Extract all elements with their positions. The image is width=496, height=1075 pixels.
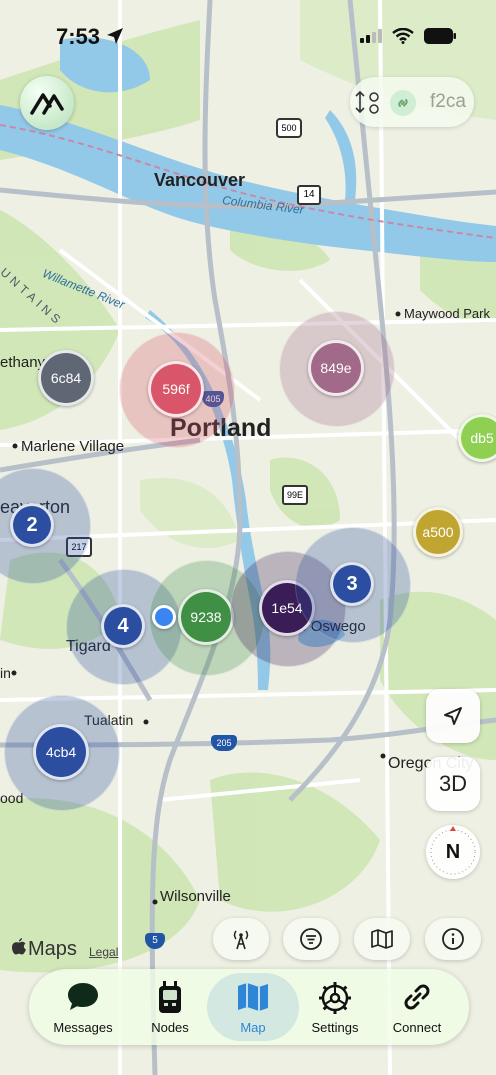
info-icon bbox=[442, 928, 464, 950]
map-icon bbox=[238, 983, 268, 1011]
status-bar: 7:53 bbox=[0, 0, 496, 70]
status-time: 7:53 bbox=[56, 24, 101, 49]
node-marker-label: db5 bbox=[470, 430, 494, 446]
maps-attribution: Maps bbox=[12, 938, 77, 961]
node-marker-label: 3 bbox=[346, 572, 358, 595]
node-marker-label: 596f bbox=[162, 381, 190, 397]
link-icon bbox=[398, 99, 408, 107]
node-marker-label: a500 bbox=[422, 524, 454, 540]
compass-north-label: N bbox=[445, 841, 461, 863]
shield-500: 500 bbox=[276, 118, 302, 138]
link-chain-icon bbox=[404, 984, 430, 1010]
node-marker[interactable]: 6c84 bbox=[38, 350, 94, 406]
tab-settings[interactable]: Settings bbox=[291, 969, 379, 1045]
location-arrow-icon bbox=[107, 28, 123, 44]
app-logo-button[interactable] bbox=[20, 76, 74, 130]
link-status-badge bbox=[390, 90, 416, 116]
tab-settings-label: Settings bbox=[311, 1020, 359, 1035]
view-3d-button[interactable]: 3D bbox=[426, 757, 480, 811]
apple-logo-icon bbox=[12, 938, 26, 955]
tab-connect[interactable]: Connect bbox=[373, 969, 461, 1045]
antenna-icon bbox=[233, 930, 249, 950]
node-marker[interactable]: 849e bbox=[308, 340, 364, 396]
node-marker[interactable]: 4 bbox=[101, 604, 145, 648]
sort-arrows-icon bbox=[355, 90, 379, 114]
view-3d-label: 3D bbox=[438, 771, 468, 796]
shield-205: 205 bbox=[211, 735, 237, 751]
location-arrow-outline-icon bbox=[444, 707, 462, 725]
node-marker[interactable]: 4cb4 bbox=[33, 724, 89, 780]
tab-connect-label: Connect bbox=[392, 1020, 442, 1035]
locate-button[interactable] bbox=[426, 689, 480, 743]
wifi-icon bbox=[392, 28, 414, 44]
info-button[interactable] bbox=[425, 918, 481, 960]
node-marker[interactable]: 9238 bbox=[178, 589, 234, 645]
node-marker-label: 6c84 bbox=[50, 370, 82, 386]
tab-bar: Messages Nodes Map Settings Connect bbox=[29, 969, 469, 1045]
shield-14: 14 bbox=[297, 185, 321, 205]
node-marker-label: 9238 bbox=[190, 609, 222, 625]
node-marker-label: 849e bbox=[320, 360, 352, 376]
connected-node-pill[interactable]: f2ca bbox=[350, 77, 474, 127]
tab-nodes-label: Nodes bbox=[151, 1020, 189, 1035]
node-marker[interactable]: a500 bbox=[413, 507, 463, 557]
radio-device-icon bbox=[159, 981, 181, 1013]
node-marker-label: 2 bbox=[26, 513, 38, 536]
map-style-button[interactable] bbox=[354, 918, 410, 960]
node-marker-label: 4 bbox=[117, 614, 129, 637]
filter-circle-icon bbox=[300, 928, 322, 950]
chat-bubble-icon bbox=[68, 983, 98, 1010]
connected-node-id: f2ca bbox=[430, 91, 466, 112]
legal-link[interactable]: Legal bbox=[89, 945, 118, 959]
mesh-filter-button[interactable] bbox=[213, 918, 269, 960]
tab-messages-label: Messages bbox=[53, 1020, 113, 1035]
compass-button[interactable]: N bbox=[426, 825, 480, 879]
node-marker-label: 4cb4 bbox=[45, 744, 77, 760]
map-fold-icon bbox=[371, 929, 393, 949]
cellular-signal-icon bbox=[360, 29, 382, 43]
battery-icon bbox=[424, 28, 456, 44]
node-marker[interactable]: 2 bbox=[10, 503, 54, 547]
tab-messages[interactable]: Messages bbox=[39, 969, 127, 1045]
tab-map[interactable]: Map bbox=[207, 969, 299, 1045]
mesh-logo-icon bbox=[30, 93, 64, 115]
filter-list-button[interactable] bbox=[283, 918, 339, 960]
shield-99e: 99E bbox=[282, 485, 308, 505]
user-location-dot bbox=[152, 605, 176, 629]
tab-nodes[interactable]: Nodes bbox=[126, 969, 214, 1045]
node-marker[interactable]: 3 bbox=[330, 562, 374, 606]
tab-map-label: Map bbox=[240, 1020, 266, 1035]
node-marker[interactable]: 596f bbox=[148, 361, 204, 417]
gear-icon bbox=[319, 982, 351, 1014]
maps-text: Maps bbox=[28, 938, 77, 960]
